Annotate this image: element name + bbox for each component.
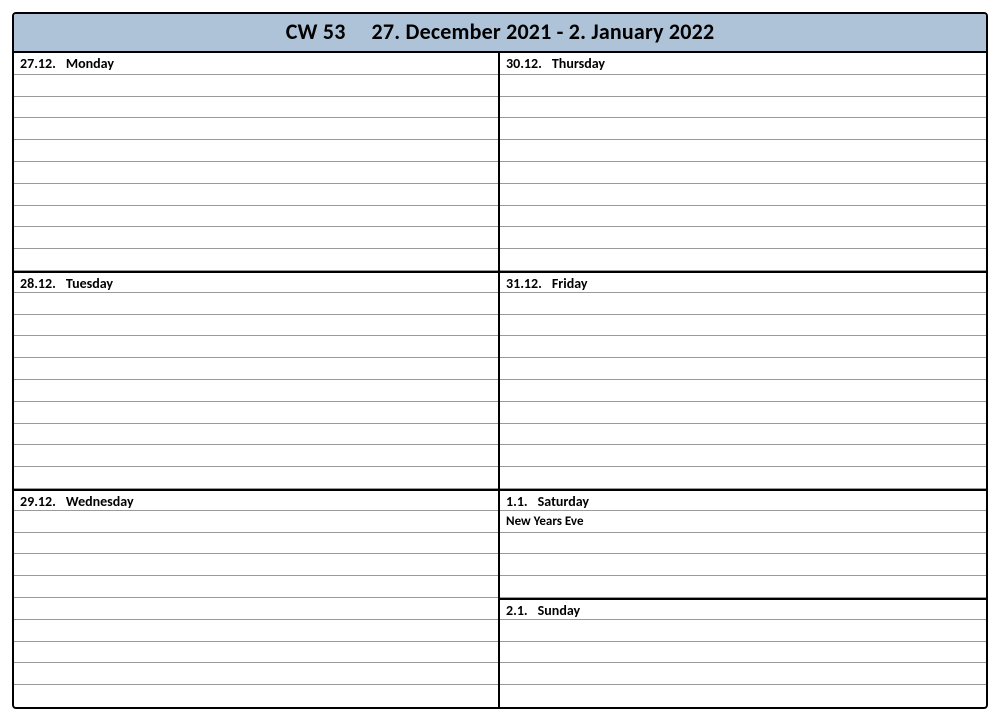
empty-line bbox=[14, 97, 498, 119]
empty-line bbox=[500, 293, 986, 315]
empty-line bbox=[500, 685, 986, 707]
empty-line bbox=[500, 162, 986, 184]
day-date: 1.1. bbox=[506, 493, 528, 510]
empty-line bbox=[500, 75, 986, 97]
empty-line bbox=[14, 206, 498, 228]
day-header: 31.12. Friday bbox=[500, 271, 986, 293]
day-header: 29.12. Wednesday bbox=[14, 489, 498, 511]
empty-line bbox=[500, 533, 986, 555]
empty-line bbox=[14, 533, 498, 555]
day-note: New Years Eve bbox=[500, 511, 986, 533]
empty-line bbox=[14, 598, 498, 620]
day-weekday: Sunday bbox=[538, 602, 580, 619]
empty-line bbox=[14, 642, 498, 664]
day-date: 31.12. bbox=[506, 275, 542, 292]
empty-line bbox=[14, 315, 498, 337]
empty-line bbox=[500, 380, 986, 402]
empty-line bbox=[14, 380, 498, 402]
empty-line bbox=[500, 554, 986, 576]
empty-line bbox=[14, 293, 498, 315]
empty-line bbox=[14, 620, 498, 642]
empty-line bbox=[14, 118, 498, 140]
empty-line bbox=[14, 336, 498, 358]
empty-line bbox=[500, 620, 986, 642]
empty-line bbox=[500, 97, 986, 119]
empty-line bbox=[14, 554, 498, 576]
week-date-range: 27. December 2021 - 2. January 2022 bbox=[372, 18, 715, 45]
empty-line bbox=[500, 576, 986, 598]
empty-line bbox=[14, 576, 498, 598]
day-header: 27.12. Monday bbox=[14, 53, 498, 75]
empty-line bbox=[500, 467, 986, 489]
empty-line bbox=[14, 402, 498, 424]
empty-line bbox=[14, 424, 498, 446]
empty-line bbox=[14, 249, 498, 271]
empty-line bbox=[14, 685, 498, 707]
day-weekday: Tuesday bbox=[66, 275, 113, 292]
empty-line bbox=[14, 162, 498, 184]
empty-line bbox=[500, 358, 986, 380]
day-header: 2.1. Sunday bbox=[500, 598, 986, 620]
empty-line bbox=[500, 249, 986, 271]
empty-line bbox=[14, 184, 498, 206]
empty-line bbox=[14, 358, 498, 380]
day-weekday: Monday bbox=[66, 55, 114, 72]
day-date: 28.12. bbox=[20, 275, 56, 292]
day-date: 27.12. bbox=[20, 55, 56, 72]
empty-line bbox=[14, 511, 498, 533]
day-weekday: Wednesday bbox=[66, 493, 134, 510]
day-header: 1.1. Saturday bbox=[500, 489, 986, 511]
empty-line bbox=[500, 184, 986, 206]
day-header: 28.12. Tuesday bbox=[14, 271, 498, 293]
week-planner: CW 53 27. December 2021 - 2. January 2022… bbox=[12, 12, 988, 709]
planner-grid: 27.12. Monday 28.12. Tuesday 29.12. Wednes… bbox=[14, 53, 986, 707]
empty-line bbox=[14, 663, 498, 685]
right-column: 30.12. Thursday 31.12. Friday 1.1. Saturda… bbox=[500, 53, 986, 707]
empty-line bbox=[14, 467, 498, 489]
left-column: 27.12. Monday 28.12. Tuesday 29.12. Wednes… bbox=[14, 53, 500, 707]
empty-line bbox=[14, 445, 498, 467]
empty-line bbox=[500, 227, 986, 249]
empty-line bbox=[500, 336, 986, 358]
empty-line bbox=[14, 227, 498, 249]
day-weekday: Thursday bbox=[552, 55, 605, 72]
week-header: CW 53 27. December 2021 - 2. January 2022 bbox=[14, 14, 986, 53]
day-date: 2.1. bbox=[506, 602, 528, 619]
day-weekday: Friday bbox=[552, 275, 588, 292]
empty-line bbox=[500, 642, 986, 664]
day-weekday: Saturday bbox=[538, 493, 589, 510]
empty-line bbox=[500, 315, 986, 337]
empty-line bbox=[500, 118, 986, 140]
day-date: 29.12. bbox=[20, 493, 56, 510]
empty-line bbox=[500, 140, 986, 162]
day-header: 30.12. Thursday bbox=[500, 53, 986, 75]
empty-line bbox=[500, 206, 986, 228]
week-number: CW 53 bbox=[286, 18, 346, 45]
empty-line bbox=[500, 445, 986, 467]
empty-line bbox=[14, 75, 498, 97]
empty-line bbox=[500, 402, 986, 424]
empty-line bbox=[500, 424, 986, 446]
day-date: 30.12. bbox=[506, 55, 542, 72]
empty-line bbox=[14, 140, 498, 162]
empty-line bbox=[500, 663, 986, 685]
